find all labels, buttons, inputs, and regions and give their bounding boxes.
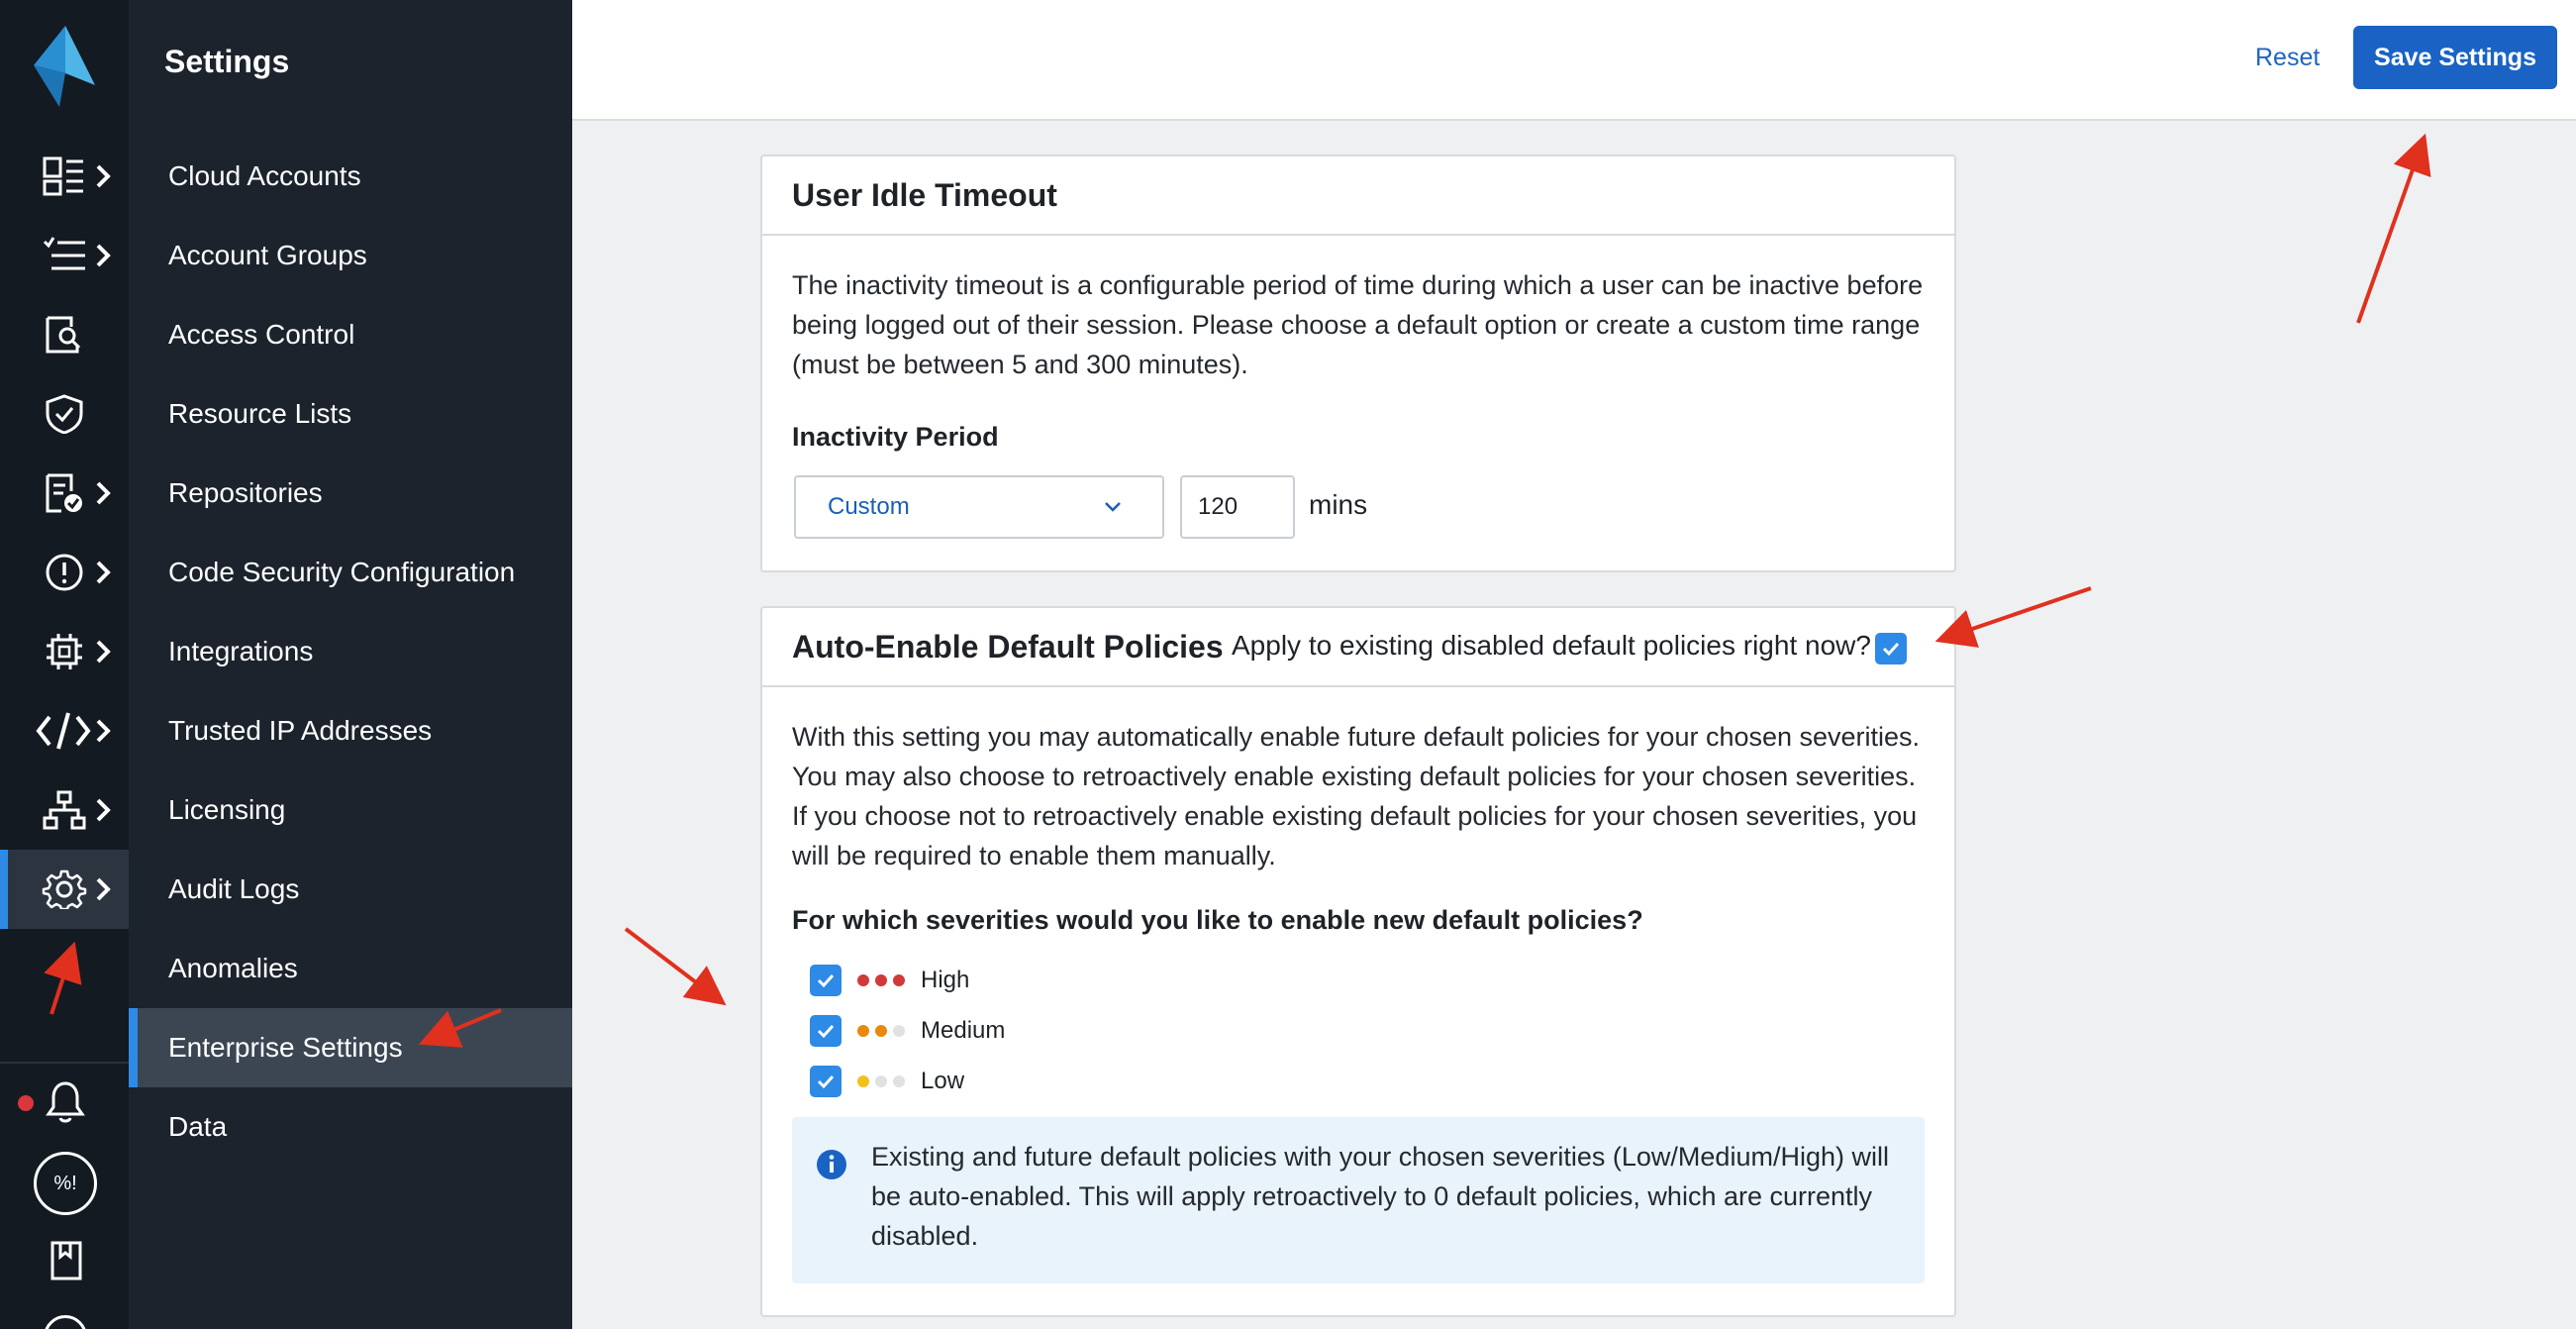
card-header: Auto-Enable Default Policies Apply to ex… [762, 608, 1954, 687]
chevron-right-icon [96, 877, 111, 901]
list-icon [43, 237, 85, 270]
menu-item-code-security-configuration[interactable]: Code Security Configuration [129, 533, 572, 612]
logo-icon[interactable] [30, 26, 99, 107]
rail-item-alerts[interactable] [0, 533, 129, 612]
inactivity-period-select[interactable]: Custom [794, 475, 1164, 539]
chip-icon [47, 634, 82, 669]
user-idle-timeout-card: User Idle Timeout The inactivity timeout… [760, 154, 1956, 572]
low-checkbox[interactable] [810, 1066, 842, 1097]
auto-enable-description: With this setting you may automatically … [792, 722, 1921, 870]
shield-check-icon [46, 394, 83, 434]
check-icon [817, 1074, 835, 1089]
rail-item-shield[interactable] [0, 374, 129, 454]
chevron-right-icon [96, 164, 111, 188]
apply-existing-checkbox[interactable] [1875, 633, 1907, 664]
severity-row-medium: Medium [810, 1011, 1005, 1051]
rail-item-investigate[interactable] [0, 295, 129, 374]
idle-timeout-description: The inactivity timeout is a configurable… [792, 270, 1924, 379]
menu-item-anomalies[interactable]: Anomalies [129, 929, 572, 1008]
menu-item-enterprise-settings[interactable]: Enterprise Settings [129, 1008, 572, 1087]
menu-item-access-control[interactable]: Access Control [129, 295, 572, 374]
severity-label: High [921, 967, 970, 993]
info-icon [817, 1150, 846, 1179]
severity-dots-icon [857, 1025, 905, 1037]
card-title: User Idle Timeout [792, 176, 1057, 213]
apply-existing-label: Apply to existing disabled default polic… [1232, 630, 1871, 661]
menu-item-integrations[interactable]: Integrations [129, 612, 572, 691]
bell-icon[interactable] [46, 1079, 85, 1125]
severity-dots-icon [857, 1075, 905, 1087]
rail-item-code[interactable] [0, 691, 129, 770]
info-text: Existing and future default policies wit… [871, 1142, 1889, 1251]
network-icon [43, 790, 86, 830]
user-badge[interactable]: %! [34, 1152, 97, 1215]
auto-enable-policies-card: Auto-Enable Default Policies Apply to ex… [760, 606, 1956, 1317]
severity-label: Low [921, 1068, 965, 1094]
reset-button[interactable]: Reset [2255, 36, 2320, 79]
severity-row-low: Low [810, 1062, 964, 1101]
book-icon[interactable] [50, 1240, 83, 1281]
severity-row-high: High [810, 961, 969, 1000]
search-document-icon [46, 316, 81, 354]
check-icon [817, 973, 835, 988]
menu-item-resource-lists[interactable]: Resource Lists [129, 374, 572, 454]
rail-item-network[interactable] [0, 770, 129, 850]
high-checkbox[interactable] [810, 965, 842, 996]
rail-divider [0, 1062, 129, 1064]
menu-item-cloud-accounts[interactable]: Cloud Accounts [129, 137, 572, 216]
inactivity-period-label: Inactivity Period [792, 422, 999, 452]
chevron-right-icon [96, 798, 111, 822]
chevron-right-icon [96, 244, 111, 267]
settings-menu: Settings Cloud Accounts Account Groups A… [129, 0, 572, 1329]
save-settings-button[interactable]: Save Settings [2353, 26, 2557, 89]
top-bar: Reset Save Settings [572, 0, 2576, 121]
chevron-down-icon [1105, 502, 1121, 512]
notification-dot [18, 1095, 34, 1111]
chevron-right-icon [96, 481, 111, 505]
menu-item-repositories[interactable]: Repositories [129, 454, 572, 533]
info-banner: Existing and future default policies wit… [792, 1117, 1925, 1283]
chevron-right-icon [96, 561, 111, 584]
menu-item-trusted-ip-addresses[interactable]: Trusted IP Addresses [129, 691, 572, 770]
icon-rail: %! [0, 0, 129, 1329]
medium-checkbox[interactable] [810, 1015, 842, 1047]
rail-item-compliance[interactable] [0, 454, 129, 533]
selected-option: Custom [828, 493, 910, 520]
menu-item-licensing[interactable]: Licensing [129, 770, 572, 850]
check-icon [1882, 642, 1900, 657]
chevron-right-icon [96, 640, 111, 664]
arrow-apply-checkbox [1934, 586, 2092, 648]
rail-item-list[interactable] [0, 216, 129, 295]
arrow-save-button [2356, 133, 2431, 324]
help-icon[interactable] [44, 1315, 87, 1329]
menu-item-data[interactable]: Data [129, 1087, 572, 1167]
minutes-input[interactable] [1180, 475, 1295, 539]
dashboard-icon [43, 156, 83, 196]
rail-item-settings[interactable] [0, 850, 129, 929]
check-icon [817, 1024, 835, 1039]
rail-item-compute[interactable] [0, 612, 129, 691]
arrow-severities [624, 927, 727, 1006]
card-header: User Idle Timeout [762, 156, 1954, 236]
minutes-unit: mins [1309, 489, 1368, 520]
card-title: Auto-Enable Default Policies [792, 628, 1224, 664]
severity-dots-icon [857, 974, 905, 986]
rail-item-dashboard[interactable] [0, 137, 129, 216]
menu-title: Settings [164, 44, 290, 79]
code-icon [36, 712, 91, 750]
chevron-right-icon [96, 719, 111, 743]
gear-icon [42, 869, 87, 909]
menu-item-audit-logs[interactable]: Audit Logs [129, 850, 572, 929]
severity-question: For which severities would you like to e… [792, 905, 1643, 935]
report-check-icon [46, 473, 82, 513]
menu-item-account-groups[interactable]: Account Groups [129, 216, 572, 295]
alert-icon [46, 554, 83, 591]
severity-label: Medium [921, 1017, 1006, 1044]
